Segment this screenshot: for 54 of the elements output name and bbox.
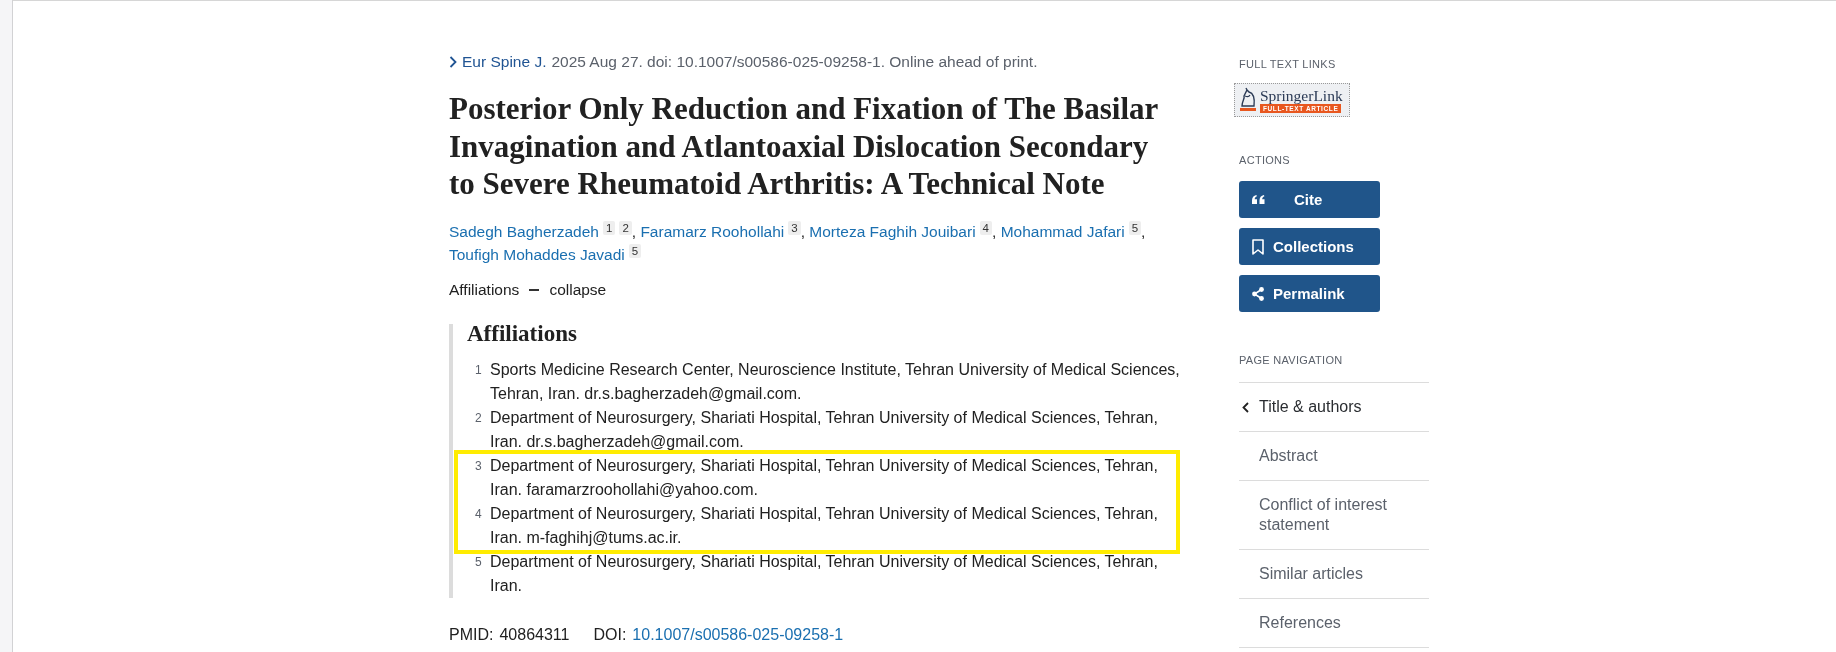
affiliation-number-link[interactable]: 5	[1128, 220, 1142, 235]
page-navigation-link[interactable]: References	[1239, 599, 1429, 648]
permalink-button[interactable]: Permalink	[1239, 275, 1380, 312]
full-text-links-heading: FULL TEXT LINKS	[1239, 57, 1337, 71]
affiliations-heading: Affiliations	[467, 323, 578, 344]
minus-icon	[529, 288, 540, 291]
affiliation-number-link[interactable]: 4	[979, 220, 992, 235]
affiliation-number-link[interactable]: 2	[619, 220, 632, 235]
author-link[interactable]: Mohammad Jafari	[1000, 222, 1125, 240]
page-navigation-heading: PAGE NAVIGATION	[1239, 353, 1344, 367]
chevron-right-icon	[449, 56, 457, 68]
page-navigation-link[interactable]: Title & authors	[1239, 383, 1429, 432]
doi-link[interactable]: 10.1007/s00586-025-09258-1	[632, 622, 844, 647]
quote-icon	[1252, 195, 1265, 204]
collapse-button[interactable]: collapse	[529, 277, 607, 302]
affiliation-number: 4	[475, 505, 483, 523]
affiliation-text: Sports Medicine Research Center, Neuroscience Institute, Tehran University of Medical Sciences, Tehran, Iran. dr.s.bagherzadeh@gmail.com.	[490, 359, 1180, 404]
chess-knight-icon	[1239, 87, 1257, 113]
publication-details: 2025 Aug 27. doi: 10.1007/s00586-025-09258-1. Online ahead of print.	[551, 52, 1038, 72]
journal-link[interactable]: Eur Spine J.	[462, 52, 547, 72]
affiliation-number: 5	[475, 553, 483, 571]
affiliations-label: Affiliations	[449, 279, 520, 300]
chevron-left-icon	[1242, 401, 1249, 413]
page-navigation-link[interactable]: Conflict of interest statement	[1239, 481, 1429, 550]
page-navigation-link[interactable]: Similar articles	[1239, 550, 1429, 599]
author-separator: ,	[992, 222, 997, 240]
affiliation-text: Department of Neurosurgery, Shariati Hospital, Tehran University of Medical Sciences, Tehran, Iran. m-faghihj@tums.ac.ir.	[490, 503, 1159, 548]
affiliation-number: 3	[475, 457, 483, 475]
cite-button[interactable]: Cite	[1239, 181, 1380, 218]
affiliation-text: Department of Neurosurgery, Shariati Hospital, Tehran University of Medical Sciences, Tehran, Iran.	[490, 551, 1159, 596]
pmid-value: 40864311	[499, 624, 570, 645]
author-separator: ,	[800, 222, 805, 240]
affiliation-text: Department of Neurosurgery, Shariati Hospital, Tehran University of Medical Sciences, Tehran, Iran. dr.s.bagherzadeh@gmail.com.	[490, 407, 1159, 452]
affiliation-number: 2	[475, 409, 483, 427]
collections-button[interactable]: Collections	[1239, 228, 1380, 265]
author-link[interactable]: Toufigh Mohaddes Javadi	[449, 245, 625, 263]
author-separator: ,	[1141, 222, 1146, 240]
author-link[interactable]: Sadegh Bagherzadeh	[449, 222, 599, 240]
article-title: Posterior Only Reduction and Fixation of The Basilar Invagination and Atlantoaxial Dislocation Secondary to Severe Rheumatoid Arthritis: A Technical Note	[449, 90, 1159, 203]
author-link[interactable]: Morteza Faghih Jouibari	[809, 222, 976, 240]
author-link[interactable]: Faramarz Roohollahi	[640, 222, 785, 240]
affiliation-number-link[interactable]: 5	[628, 243, 642, 258]
identifier-label: DOI:	[593, 624, 627, 645]
bookmark-icon	[1252, 238, 1264, 255]
share-icon	[1252, 286, 1264, 301]
affiliation-number-link[interactable]: 1	[602, 220, 616, 235]
affiliation-text: Department of Neurosurgery, Shariati Hospital, Tehran University of Medical Sciences, Tehran, Iran. faramarzroohollahi@yahoo.com.	[490, 455, 1159, 500]
logo-wordmark: SpringerLink	[1260, 87, 1343, 104]
actions-heading: ACTIONS	[1239, 153, 1291, 167]
author-separator: ,	[631, 222, 637, 240]
identifier-label: PMID:	[449, 624, 494, 645]
page-navigation-link[interactable]: Abstract	[1239, 432, 1429, 481]
affiliation-number-link[interactable]: 3	[788, 220, 801, 235]
affiliation-number: 1	[475, 361, 483, 379]
